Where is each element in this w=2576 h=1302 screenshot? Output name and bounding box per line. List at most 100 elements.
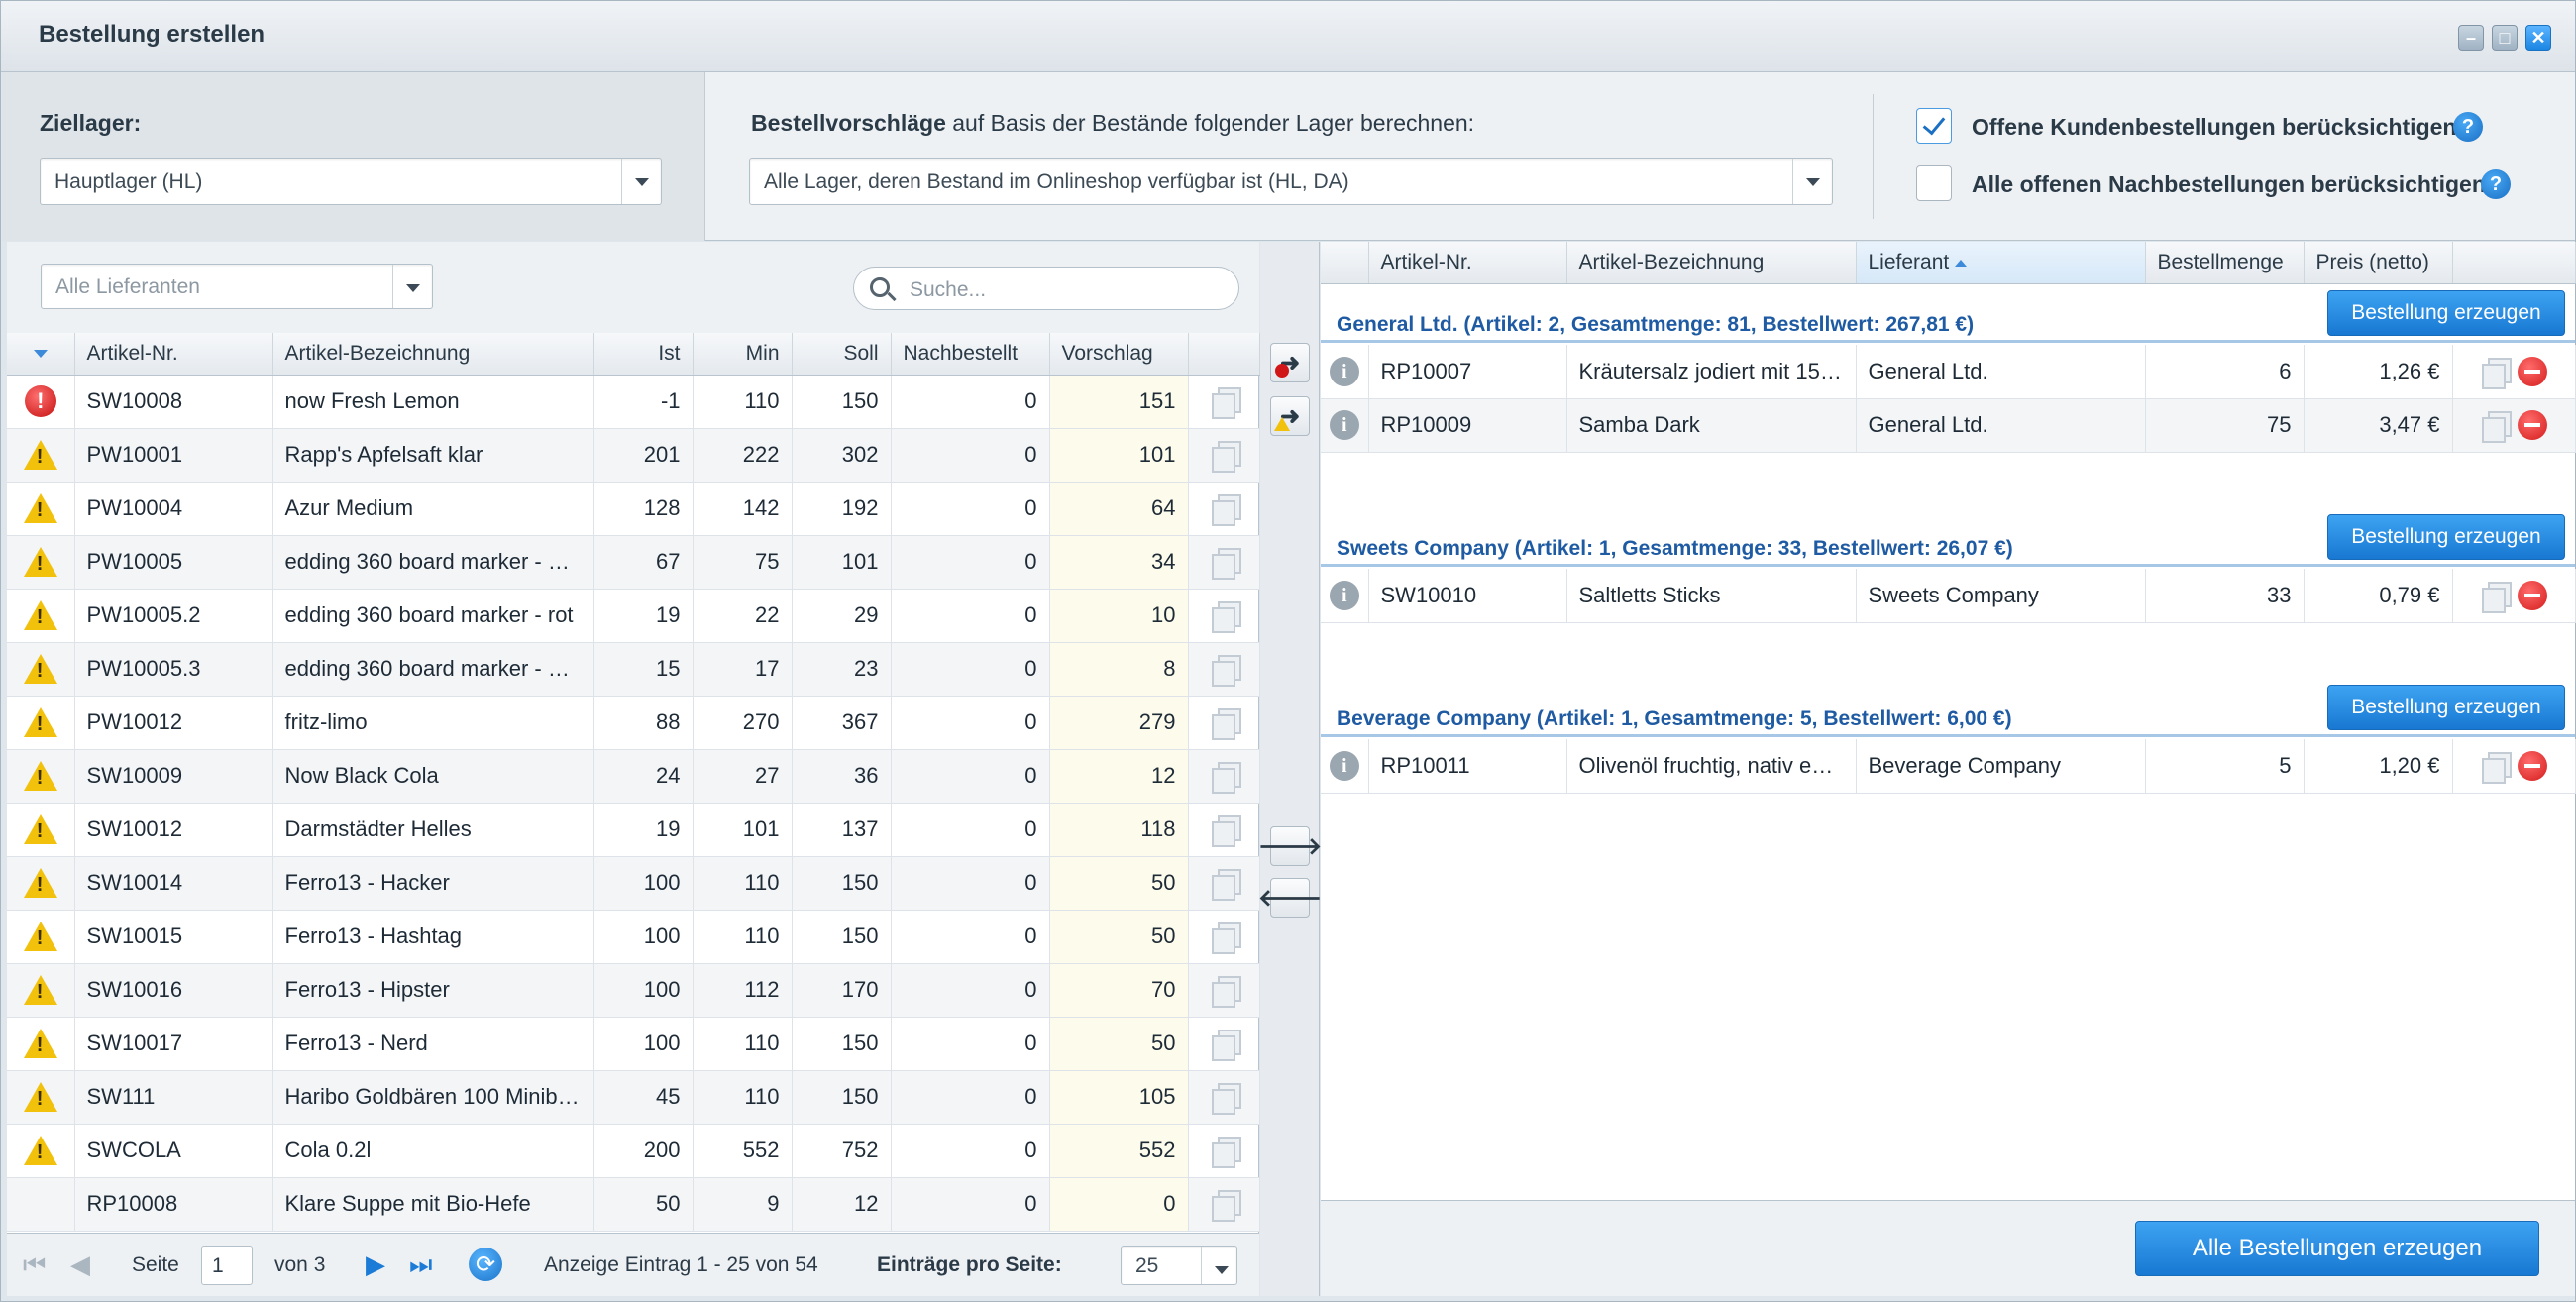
suggestion-cell[interactable]: 8 (1049, 642, 1189, 697)
remove-icon[interactable] (2518, 580, 2547, 610)
remove-icon[interactable] (2518, 410, 2547, 440)
create-order-button[interactable]: Bestellung erzeugen (2327, 290, 2565, 336)
copy-icon[interactable] (2480, 751, 2512, 784)
copy-icon[interactable] (1210, 762, 1241, 795)
copy-icon[interactable] (1210, 815, 1241, 848)
create-order-button[interactable]: Bestellung erzeugen (2327, 685, 2565, 730)
search-input[interactable]: Suche... (853, 267, 1239, 310)
copy-icon[interactable] (1210, 1137, 1241, 1169)
column-header-nr[interactable]: Artikel-Nr. (1368, 242, 1567, 284)
table-row[interactable]: SW111Haribo Goldbären 100 Minib…45110150… (7, 1070, 1260, 1125)
table-row[interactable]: PW10004Azur Medium128142192064 (7, 482, 1260, 536)
chevron-down-icon[interactable] (1792, 159, 1832, 204)
move-right-button[interactable]: 🡒 (1258, 826, 1322, 866)
target-warehouse-select[interactable]: Hauptlager (HL) (40, 158, 662, 205)
calc-basis-select[interactable]: Alle Lager, deren Bestand im Onlineshop … (749, 158, 1833, 205)
page-input[interactable]: 1 (201, 1246, 253, 1285)
quantity-cell[interactable]: 5 (2145, 739, 2305, 794)
help-icon[interactable]: ? (2481, 169, 2511, 199)
copy-icon[interactable] (1210, 655, 1241, 688)
column-header-name[interactable]: Artikel-Bezeichnung (272, 333, 594, 376)
copy-icon[interactable] (1210, 976, 1241, 1009)
help-icon[interactable]: ? (2453, 112, 2483, 142)
copy-icon[interactable] (1210, 869, 1241, 902)
table-row[interactable]: SW10017Ferro13 - Nerd100110150050 (7, 1017, 1260, 1071)
copy-icon[interactable] (1210, 1030, 1241, 1062)
copy-icon[interactable] (1210, 1190, 1241, 1223)
copy-icon[interactable] (1210, 1083, 1241, 1116)
supplier-filter-select[interactable]: Alle Lieferanten (41, 264, 433, 309)
copy-icon[interactable] (1210, 387, 1241, 420)
table-row[interactable]: i RP10007 Kräutersalz jodiert mit 15… Gener… (1321, 345, 2576, 399)
copy-icon[interactable] (2480, 357, 2512, 389)
suggestion-cell[interactable]: 279 (1049, 696, 1189, 750)
column-header-soll[interactable]: Soll (792, 333, 892, 376)
chevron-down-icon[interactable] (1201, 1247, 1236, 1284)
table-row[interactable]: i SW10010 Saltletts Sticks Sweets Company 33… (1321, 569, 2576, 623)
column-header-vorschlag[interactable]: Vorschlag (1049, 333, 1189, 376)
column-header-price[interactable]: Preis (netto) (2304, 242, 2453, 284)
create-order-button[interactable]: Bestellung erzeugen (2327, 514, 2565, 560)
next-page-icon[interactable]: ▶ (366, 1251, 385, 1277)
table-row[interactable]: RP10008 Klare Suppe mit Bio-Hefe 50 9 12 0 0 (7, 1177, 1260, 1232)
column-header-min[interactable]: Min (693, 333, 793, 376)
table-row[interactable]: SW10012Darmstädter Helles191011370118 (7, 803, 1260, 857)
quantity-cell[interactable]: 75 (2145, 398, 2305, 453)
copy-icon[interactable] (1210, 922, 1241, 955)
quantity-cell[interactable]: 6 (2145, 345, 2305, 399)
refresh-icon[interactable]: ⟳ (469, 1248, 502, 1281)
move-errors-button[interactable]: ➜ (1270, 343, 1310, 382)
quantity-cell[interactable]: 33 (2145, 569, 2305, 623)
suggestion-cell[interactable]: 552 (1049, 1124, 1189, 1178)
open-customer-orders-checkbox[interactable] (1916, 108, 1952, 144)
copy-icon[interactable] (1210, 708, 1241, 741)
info-icon[interactable]: i (1329, 750, 1359, 781)
suggestion-cell[interactable]: 0 (1049, 1177, 1189, 1232)
suggestion-cell[interactable]: 50 (1049, 910, 1189, 964)
column-header-name[interactable]: Artikel-Bezeichnung (1566, 242, 1857, 284)
table-row[interactable]: ! SW10008 now Fresh Lemon -1 110 150 0 151 (7, 375, 1260, 429)
suggestion-cell[interactable]: 70 (1049, 963, 1189, 1018)
copy-icon[interactable] (2480, 411, 2512, 443)
column-header-qty[interactable]: Bestellmenge (2145, 242, 2305, 284)
copy-icon[interactable] (1210, 441, 1241, 474)
suggestion-cell[interactable]: 105 (1049, 1070, 1189, 1125)
suggestion-cell[interactable]: 64 (1049, 482, 1189, 536)
table-row[interactable]: PW10005.2edding 360 board marker - rot19… (7, 589, 1260, 643)
remove-icon[interactable] (2518, 356, 2547, 386)
chevron-down-icon[interactable] (392, 265, 432, 308)
maximize-button[interactable]: □ (2492, 25, 2518, 51)
table-row[interactable]: SW10014Ferro13 - Hacker100110150050 (7, 856, 1260, 911)
minimize-button[interactable]: – (2458, 25, 2484, 51)
table-row[interactable]: PW10012fritz-limo882703670279 (7, 696, 1260, 750)
info-icon[interactable]: i (1329, 356, 1359, 386)
suggestion-cell[interactable]: 101 (1049, 428, 1189, 483)
table-row[interactable]: i RP10011 Olivenöl fruchtig, nativ e… Bever… (1321, 739, 2576, 794)
move-left-button[interactable]: 🡐 (1258, 878, 1322, 918)
table-row[interactable]: PW10005.3edding 360 board marker - …1517… (7, 642, 1260, 697)
move-warnings-button[interactable]: ➜ (1270, 396, 1310, 436)
open-reorders-checkbox[interactable] (1916, 165, 1952, 201)
close-button[interactable]: ✕ (2525, 25, 2551, 51)
column-header-nachbestellt[interactable]: Nachbestellt (891, 333, 1050, 376)
suggestion-cell[interactable]: 50 (1049, 856, 1189, 911)
create-all-orders-button[interactable]: Alle Bestellungen erzeugen (2135, 1221, 2539, 1276)
table-row[interactable]: SW10016Ferro13 - Hipster100112170070 (7, 963, 1260, 1018)
table-row[interactable]: SW10009Now Black Cola242736012 (7, 749, 1260, 804)
table-row[interactable]: PW10001Rapp's Apfelsaft klar201222302010… (7, 428, 1260, 483)
copy-icon[interactable] (2480, 581, 2512, 613)
copy-icon[interactable] (1210, 548, 1241, 581)
suggestion-cell[interactable]: 50 (1049, 1017, 1189, 1071)
info-icon[interactable]: i (1329, 410, 1359, 440)
table-row[interactable]: PW10005edding 360 board marker - …677510… (7, 535, 1260, 590)
table-row[interactable]: SW10015Ferro13 - Hashtag100110150050 (7, 910, 1260, 964)
remove-icon[interactable] (2518, 750, 2547, 781)
column-header-nr[interactable]: Artikel-Nr. (74, 333, 273, 376)
table-row[interactable]: i RP10009 Samba Dark General Ltd. 75 3,47 € (1321, 398, 2576, 453)
info-icon[interactable]: i (1329, 580, 1359, 610)
column-header-supplier[interactable]: Lieferant (1856, 242, 2146, 284)
suggestion-cell[interactable]: 151 (1049, 375, 1189, 429)
column-header-ist[interactable]: Ist (593, 333, 694, 376)
first-page-icon[interactable]: ⏮ (23, 1251, 46, 1277)
previous-page-icon[interactable]: ◀ (70, 1251, 90, 1277)
